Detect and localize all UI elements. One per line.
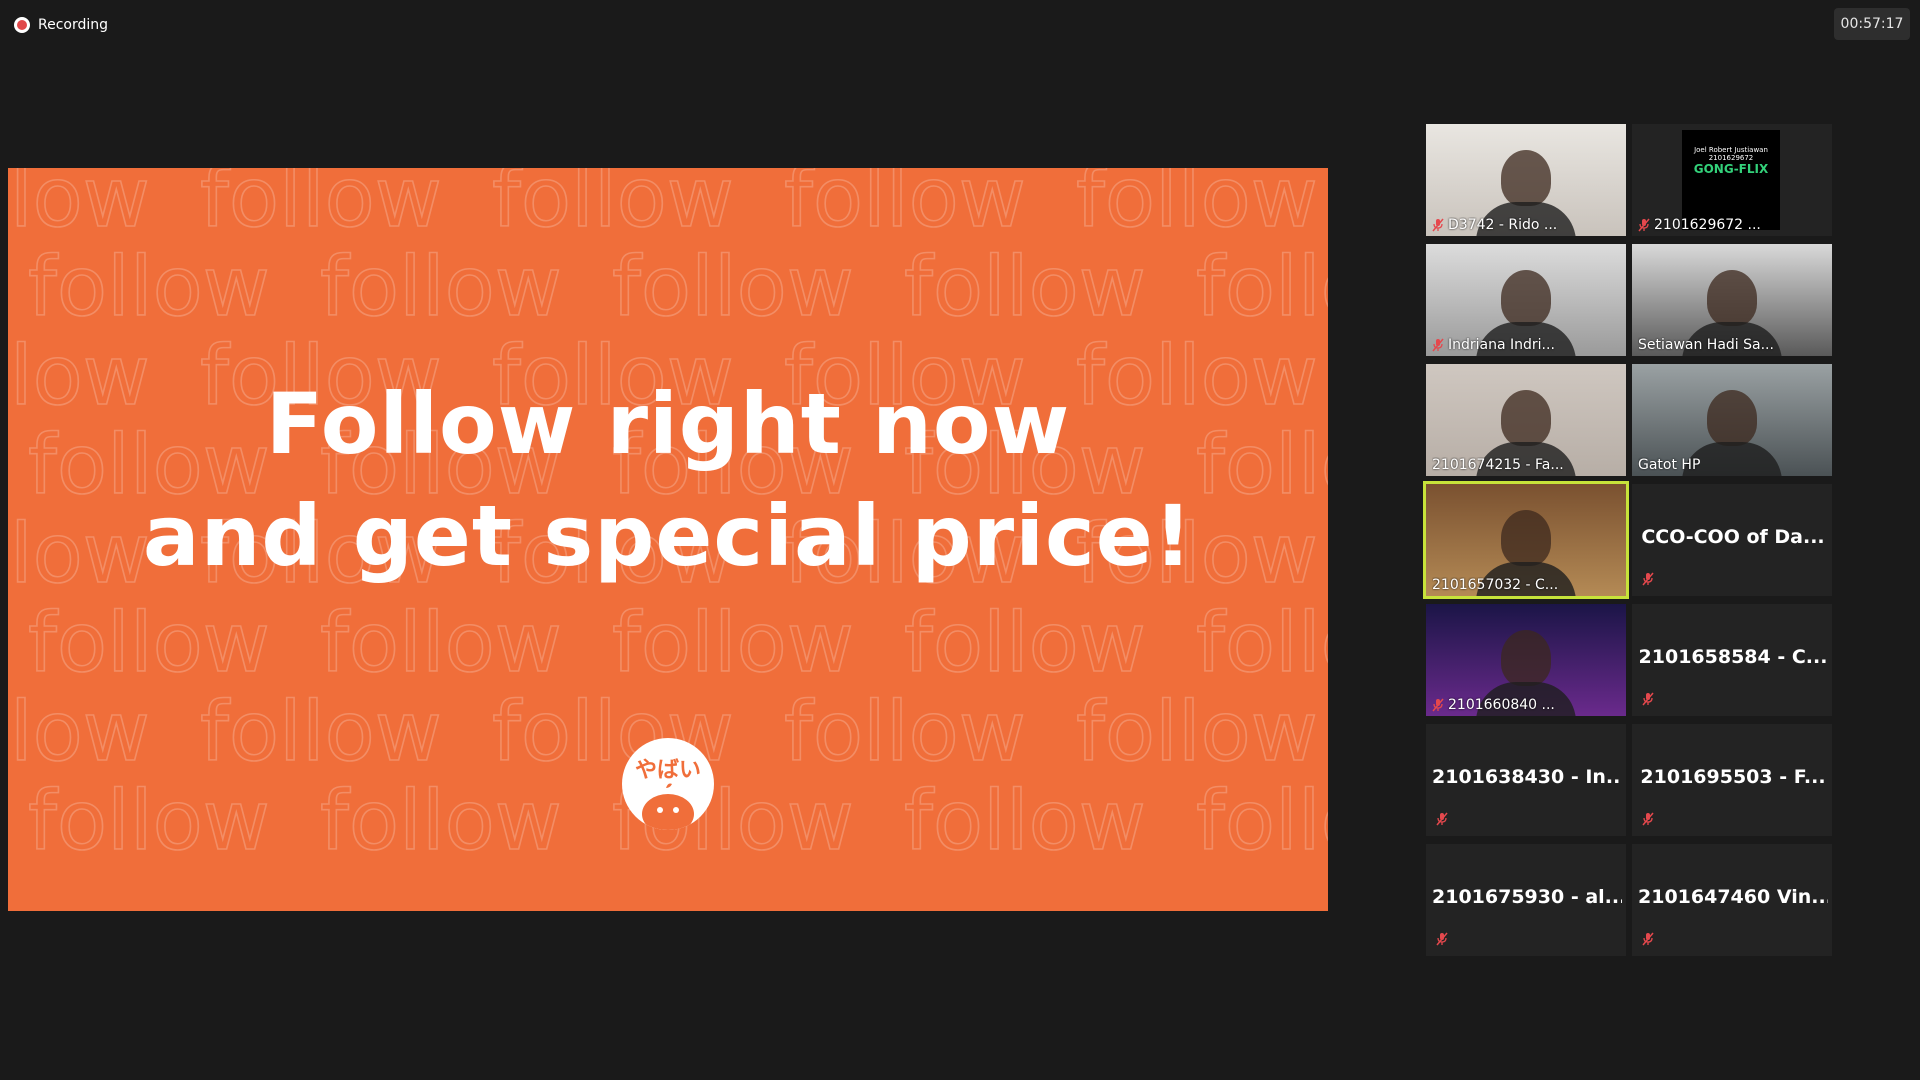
participant-name: 2101674215 - Fa...	[1432, 457, 1564, 473]
yabai-logo: やばい	[622, 738, 714, 830]
pattern-word: follow	[784, 685, 1026, 780]
mute-status	[1436, 931, 1448, 950]
participant-tile[interactable]: 2101695503 - F...	[1632, 724, 1832, 836]
slide-headline: Follow right now and get special price!	[8, 368, 1328, 592]
pattern-word: follow	[28, 240, 270, 335]
person-silhouette	[1501, 390, 1551, 446]
participant-name: Gatot HP	[1638, 457, 1701, 473]
muted-mic-icon	[1432, 218, 1444, 232]
person-silhouette	[1707, 390, 1757, 446]
headline-line-2: and get special price!	[142, 487, 1194, 585]
pattern-word: follow	[200, 685, 442, 780]
participant-tile[interactable]: 2101658584 - C...	[1632, 604, 1832, 716]
recording-label: Recording	[38, 17, 109, 33]
participant-name: 2101629672 ...	[1638, 217, 1761, 233]
muted-mic-icon	[1642, 692, 1654, 706]
meeting-timer: 00:57:17	[1834, 8, 1910, 40]
pattern-word: follow	[1076, 685, 1318, 780]
mute-status	[1436, 811, 1448, 830]
muted-mic-icon	[1642, 812, 1654, 826]
participant-tile[interactable]: 2101638430 - In...	[1426, 724, 1626, 836]
headline-line-1: Follow right now	[265, 375, 1071, 473]
pattern-word: follow	[492, 168, 734, 246]
participant-tile[interactable]: Gatot HP	[1632, 364, 1832, 476]
muted-mic-icon	[1436, 812, 1448, 826]
muted-mic-icon	[1432, 338, 1444, 352]
muted-mic-icon	[1436, 932, 1448, 946]
muted-mic-icon	[1638, 218, 1650, 232]
muted-mic-icon	[1642, 932, 1654, 946]
participant-name: Indriana Indri...	[1432, 337, 1555, 353]
pattern-word: follow	[784, 168, 1026, 246]
record-icon	[14, 17, 30, 33]
participant-tile[interactable]: CCO-COO of Da...	[1632, 484, 1832, 596]
video-card: Joel Robert Justiawan 2101629672 GONG-FLIX	[1682, 130, 1780, 230]
participant-tile[interactable]: Joel Robert Justiawan 2101629672 GONG-FLIX…	[1632, 124, 1832, 236]
pattern-word: follow	[320, 240, 562, 335]
participant-name: D3742 - Rido ...	[1432, 217, 1557, 233]
participant-tile[interactable]: 2101657032 - C...	[1423, 481, 1629, 599]
participant-name: 2101658584 - C...	[1638, 646, 1828, 668]
mute-status	[1642, 811, 1654, 830]
pattern-word: follow	[1196, 240, 1328, 335]
participant-name: 2101675930 - al...	[1432, 886, 1622, 908]
pattern-word: follow	[904, 240, 1146, 335]
pattern-word: follow	[612, 596, 854, 691]
logo-mascot-icon	[642, 783, 694, 830]
mute-status	[1642, 571, 1654, 590]
participant-name: Setiawan Hadi Sa...	[1638, 337, 1774, 353]
recording-indicator[interactable]: Recording	[14, 14, 108, 36]
pattern-word: follow	[1076, 168, 1318, 246]
pattern-word: follow	[8, 685, 150, 780]
pattern-word: follow	[1196, 774, 1328, 869]
participant-tile[interactable]: D3742 - Rido ...	[1426, 124, 1626, 236]
participant-name: 2101638430 - In...	[1432, 766, 1622, 788]
video-card-line2: 2101629672	[1708, 154, 1754, 162]
pattern-word: follow	[28, 596, 270, 691]
mute-status	[1642, 691, 1654, 710]
pattern-word: follow	[8, 168, 150, 246]
muted-mic-icon	[1432, 698, 1444, 712]
video-card-line1: Joel Robert Justiawan	[1694, 146, 1768, 154]
pattern-word: follow	[200, 168, 442, 246]
participant-tile[interactable]: 2101660840 ...	[1426, 604, 1626, 716]
participant-tile[interactable]: Indriana Indri...	[1426, 244, 1626, 356]
participant-tile[interactable]: 2101675930 - al...	[1426, 844, 1626, 956]
person-silhouette	[1501, 630, 1551, 686]
pattern-word: follow	[320, 774, 562, 869]
participant-tile[interactable]: Setiawan Hadi Sa...	[1632, 244, 1832, 356]
person-silhouette	[1501, 150, 1551, 206]
person-silhouette	[1707, 270, 1757, 326]
pattern-word: follow	[612, 240, 854, 335]
mute-status	[1642, 931, 1654, 950]
pattern-word: follow	[28, 774, 270, 869]
pattern-word: follow	[904, 774, 1146, 869]
participant-name: 2101695503 - F...	[1640, 766, 1826, 788]
pattern-word: follow	[1196, 596, 1328, 691]
participant-tile[interactable]: 2101674215 - Fa...	[1426, 364, 1626, 476]
participant-name: 2101657032 - C...	[1432, 577, 1559, 593]
participant-name: 2101660840 ...	[1432, 697, 1555, 713]
muted-mic-icon	[1642, 572, 1654, 586]
participant-name: CCO-COO of Da...	[1641, 526, 1825, 548]
video-card-line3: GONG-FLIX	[1693, 162, 1769, 176]
shared-screen-slide: followfollowfollowfollowfollowfollowfoll…	[8, 168, 1328, 911]
pattern-word: follow	[320, 596, 562, 691]
participant-name: 2101647460 Vin...	[1638, 886, 1828, 908]
person-silhouette	[1501, 270, 1551, 326]
person-silhouette	[1501, 510, 1551, 566]
pattern-word: follow	[904, 596, 1146, 691]
participant-tile[interactable]: 2101647460 Vin...	[1632, 844, 1832, 956]
